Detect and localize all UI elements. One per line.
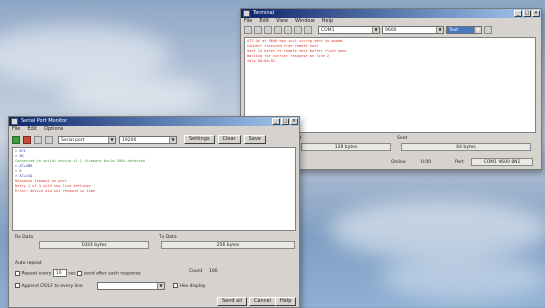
status-port-label: Port	[455, 160, 464, 165]
minimize-icon[interactable]: _	[514, 10, 522, 17]
new-icon[interactable]	[244, 26, 252, 34]
interval-unit: sec	[68, 271, 76, 277]
terminal-menubar: File Edit View Window Help	[241, 18, 541, 25]
maximize-icon[interactable]: □	[523, 10, 531, 17]
port-select[interactable]: Serial port ▼	[58, 135, 116, 144]
menu-view[interactable]: View	[276, 18, 288, 25]
status-sent-label: Sent	[397, 136, 408, 141]
send-all-button[interactable]: Send all	[217, 297, 248, 306]
refresh-icon[interactable]	[45, 135, 53, 144]
stop-icon[interactable]	[304, 26, 312, 34]
pause-icon[interactable]	[34, 135, 42, 144]
tx-value: 256 bytes	[161, 241, 295, 249]
send-cmd-checkbox[interactable]	[77, 270, 83, 276]
clear-button[interactable]: Clear	[217, 135, 241, 144]
menu-edit[interactable]: Edit	[259, 18, 269, 25]
status-online-value: 0:00	[421, 160, 432, 165]
save-button[interactable]: Save	[243, 135, 266, 144]
menu-options[interactable]: Options	[44, 126, 63, 133]
window-title: Serial Port Monitor	[21, 118, 68, 124]
app-icon	[11, 118, 18, 125]
port-select[interactable]: COM1 ▼	[318, 26, 380, 34]
save-icon[interactable]	[264, 26, 272, 34]
log-line: Error: device did not respond in time	[15, 189, 96, 193]
settings-icon[interactable]	[484, 26, 492, 34]
baud-select[interactable]: 19200 ▼	[119, 135, 177, 144]
open-icon[interactable]	[254, 26, 262, 34]
interval-input[interactable]: 10	[52, 269, 67, 277]
menu-edit[interactable]: Edit	[27, 126, 37, 133]
append-checkbox[interactable]	[15, 283, 20, 288]
print-icon[interactable]	[294, 26, 302, 34]
serial-monitor-window: Serial Port Monitor _ □ × File Edit Opti…	[8, 116, 300, 308]
interval-label: Repeat every	[21, 271, 52, 277]
baud-select[interactable]: 9600 ▼	[382, 26, 444, 34]
close-icon[interactable]: ×	[290, 118, 298, 125]
hex-row: Hex display	[173, 283, 206, 289]
settings-button[interactable]: Settings	[184, 135, 215, 144]
hex-label: Hex display	[179, 284, 206, 289]
menu-file[interactable]: File	[244, 18, 252, 25]
count-value: 100	[209, 269, 218, 274]
close-icon[interactable]: ×	[532, 10, 540, 17]
append-row: Append CR/LF to every line	[15, 283, 83, 289]
disconnect-icon[interactable]	[284, 26, 292, 34]
connect-icon[interactable]	[274, 26, 282, 34]
status-online-label: Online	[391, 160, 406, 165]
count-label: Count	[189, 269, 203, 274]
log-line: Idle 00:00:02	[247, 59, 276, 63]
minimize-icon[interactable]: _	[272, 118, 280, 125]
serial-monitor-toolbar: Serial port ▼ 19200 ▼ Settings Clear Save	[9, 133, 299, 145]
append-label: Append CR/LF to every line	[21, 284, 83, 289]
serial-monitor-titlebar[interactable]: Serial Port Monitor _ □ ×	[9, 117, 299, 126]
repeat-checkbox[interactable]	[15, 270, 20, 276]
serial-monitor-menubar: File Edit Options	[9, 126, 299, 133]
cancel-button[interactable]: Cancel	[249, 297, 276, 306]
auto-repeat-label: Auto repeat	[15, 261, 42, 266]
tx-label: Tx Data	[159, 235, 177, 240]
menu-help[interactable]: Help	[322, 18, 333, 25]
help-button[interactable]: Help	[275, 297, 297, 306]
hex-checkbox[interactable]	[173, 283, 178, 288]
menu-file[interactable]: File	[12, 126, 20, 133]
mode-select[interactable]: Text ▼	[446, 26, 482, 34]
maximize-icon[interactable]: □	[281, 118, 289, 125]
terminal-toolbar: COM1 ▼ 9600 ▼ Text ▼	[241, 25, 541, 35]
menu-window[interactable]: Window	[295, 18, 315, 25]
app-icon	[243, 10, 250, 17]
rx-label: Rx Data	[15, 235, 33, 240]
serial-output[interactable]: > ATI < OK Connected to serial device v1.2…	[12, 147, 296, 231]
terminal-titlebar[interactable]: Terminal _ □ ×	[241, 9, 541, 18]
window-title: Terminal	[253, 10, 275, 16]
status-received-value: 128 bytes	[301, 143, 391, 151]
status-sent-value: 64 bytes	[401, 143, 531, 151]
line-ending-select[interactable]: ▼	[97, 282, 165, 290]
rx-value: 1024 bytes	[39, 241, 149, 249]
status-port-value: COM1 9600 8N1	[471, 158, 533, 166]
disconnect-icon[interactable]	[23, 135, 31, 144]
connect-icon[interactable]	[12, 135, 20, 144]
send-cmd-label: send after each response	[83, 271, 141, 277]
repeat-row: Repeat every 10 sec send after each resp…	[15, 269, 141, 277]
